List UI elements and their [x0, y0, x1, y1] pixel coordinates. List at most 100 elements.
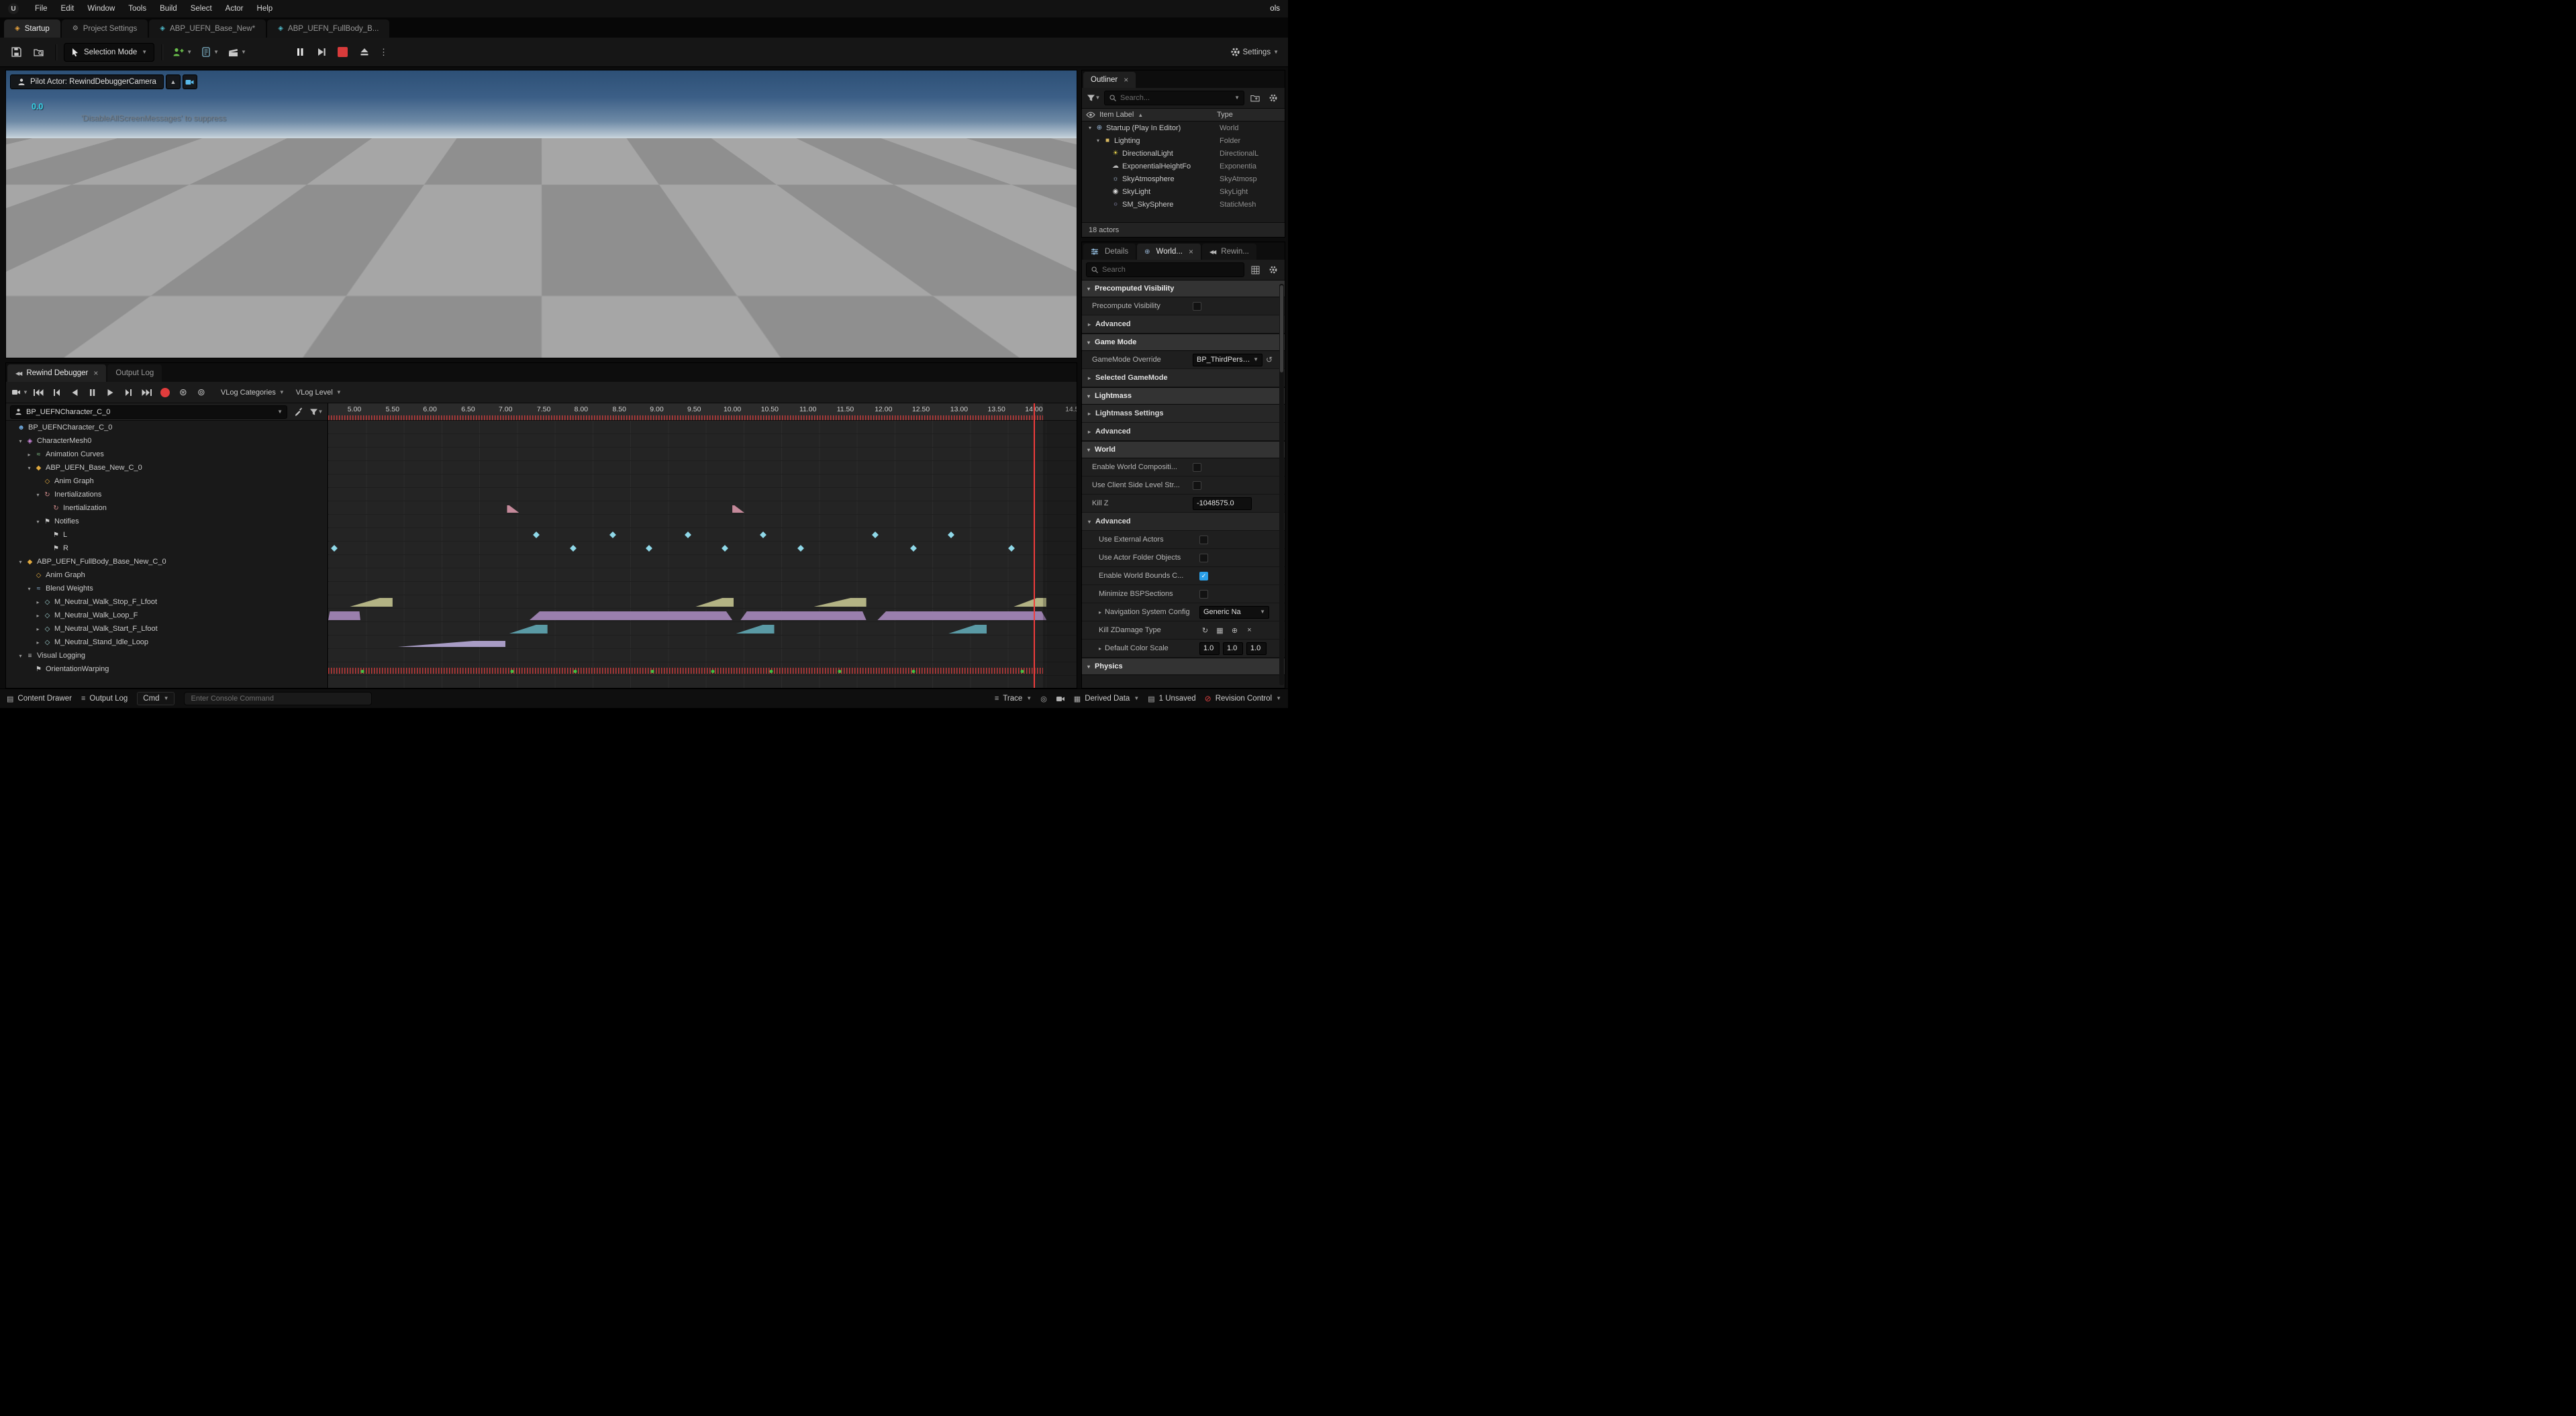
menu-item-select[interactable]: Select: [184, 5, 219, 13]
scrollbar-thumb[interactable]: [1280, 285, 1283, 372]
tree-row[interactable]: ⚑L: [6, 528, 328, 542]
section-header[interactable]: ▾Lightmass: [1082, 387, 1285, 405]
insights-icon[interactable]: ◎: [1040, 695, 1047, 703]
play-button[interactable]: [103, 385, 119, 401]
notify-event-marker[interactable]: [948, 532, 954, 538]
camera-mode-dropdown[interactable]: ▼: [11, 385, 28, 401]
property-group-row[interactable]: ▸Selected GameMode: [1082, 369, 1285, 387]
crosshair-circle-button[interactable]: ⊚: [193, 385, 209, 401]
vector-component-field[interactable]: 1.0: [1223, 642, 1243, 655]
cmd-dropdown[interactable]: Cmd ▼: [137, 692, 175, 705]
asset-tab[interactable]: ⚙Project Settings: [62, 19, 148, 38]
pause-button[interactable]: [291, 42, 309, 62]
unsaved-button[interactable]: ▤ 1 Unsaved: [1148, 695, 1195, 703]
checkbox[interactable]: [1199, 536, 1208, 544]
blend-weight-shape[interactable]: [398, 641, 506, 647]
notify-event-marker[interactable]: [760, 532, 766, 538]
inertialization-marker[interactable]: [507, 505, 519, 513]
level-viewport[interactable]: Pilot Actor: RewindDebuggerCamera ▲ 0.0 …: [5, 70, 1077, 358]
tab-rewind-debugger[interactable]: ◀◀ Rewind Debugger ×: [7, 364, 106, 382]
group-arrow-icon[interactable]: ▸: [1099, 646, 1101, 652]
outliner-row[interactable]: ☼SkyAtmosphereSkyAtmosp: [1082, 172, 1285, 185]
blend-weight-shape[interactable]: [1013, 598, 1046, 607]
outliner-settings-button[interactable]: [1266, 91, 1281, 105]
tree-row[interactable]: ⚑OrientationWarping: [6, 662, 328, 676]
property-group-row[interactable]: ▸Lightmass Settings: [1082, 405, 1285, 423]
notify-event-marker[interactable]: [1008, 545, 1015, 552]
step-back-button[interactable]: [48, 385, 64, 401]
combo-box[interactable]: BP_ThirdPersonGa▼: [1193, 354, 1262, 366]
notify-event-marker[interactable]: [570, 545, 577, 552]
debug-actor-dropdown[interactable]: BP_UEFNCharacter_C_0 ▼: [10, 405, 287, 419]
blend-weight-shape[interactable]: [530, 611, 732, 620]
close-icon[interactable]: ×: [1124, 75, 1128, 85]
vlog-categories-dropdown[interactable]: VLog Categories ▼: [221, 389, 285, 397]
tree-row[interactable]: ▸◇M_Neutral_Stand_Idle_Loop: [6, 636, 328, 649]
timeline-lane[interactable]: [328, 582, 1077, 595]
jump-to-end-button[interactable]: [139, 385, 155, 401]
selection-mode-dropdown[interactable]: Selection Mode ▼: [64, 43, 154, 62]
asset-tab[interactable]: ◈ABP_UEFN_Base_New*: [149, 19, 266, 38]
reset-to-default-icon[interactable]: ↺: [1266, 355, 1273, 364]
property-group-row[interactable]: ▸Advanced: [1082, 315, 1285, 334]
vector-component-field[interactable]: 1.0: [1246, 642, 1267, 655]
details-scrollbar[interactable]: [1279, 284, 1284, 685]
browse-content-button[interactable]: [30, 42, 48, 62]
blend-weight-shape[interactable]: [695, 598, 734, 607]
vlog-event-dot[interactable]: [770, 670, 773, 673]
expand-arrow-icon[interactable]: ▾: [34, 492, 42, 498]
timeline-lane[interactable]: [328, 515, 1077, 528]
trace-dropdown[interactable]: ≡ Trace ▼: [995, 695, 1032, 703]
notify-event-marker[interactable]: [533, 532, 540, 538]
create-folder-button[interactable]: [1248, 91, 1262, 105]
blend-weight-shape[interactable]: [877, 611, 1046, 620]
output-log-button[interactable]: ≡ Output Log: [81, 695, 128, 703]
timeline-lane[interactable]: [328, 662, 1077, 676]
menu-item-help[interactable]: Help: [250, 5, 280, 13]
console-command-box[interactable]: [184, 692, 372, 705]
expand-arrow-icon[interactable]: ▾: [34, 519, 42, 525]
pause-playback-button[interactable]: [85, 385, 101, 401]
tree-row[interactable]: ▾⚑Notifies: [6, 515, 328, 528]
property-group-row[interactable]: ▾Advanced: [1082, 513, 1285, 531]
blueprints-button[interactable]: ▼: [199, 42, 221, 62]
expand-arrow-icon[interactable]: ▾: [1094, 138, 1102, 144]
tree-row[interactable]: ☻BP_UEFNCharacter_C_0: [6, 421, 328, 434]
vlog-event-dot[interactable]: [911, 670, 915, 673]
settings-button[interactable]: Settings ▼: [1228, 42, 1281, 62]
checkbox[interactable]: [1193, 463, 1201, 472]
clear-asset-icon[interactable]: ×: [1244, 625, 1255, 636]
account-label[interactable]: ols: [1270, 5, 1280, 13]
tree-row[interactable]: ▾◈CharacterMesh0: [6, 434, 328, 448]
checkbox[interactable]: [1193, 302, 1201, 311]
tree-row[interactable]: ◇Anim Graph: [6, 474, 328, 488]
timeline-lane[interactable]: [328, 649, 1077, 662]
revision-control-dropdown[interactable]: ⊘ Revision Control ▼: [1205, 694, 1281, 703]
combo-box[interactable]: Generic Na▼: [1199, 606, 1269, 619]
checkbox[interactable]: ✓: [1199, 572, 1208, 580]
asset-tab[interactable]: ◈Startup: [4, 19, 60, 38]
vector-component-field[interactable]: 1.0: [1199, 642, 1220, 655]
tree-row[interactable]: ▸◇M_Neutral_Walk_Start_F_Lfoot: [6, 622, 328, 636]
record-button[interactable]: [157, 385, 173, 401]
tree-row[interactable]: ◇Anim Graph: [6, 568, 328, 582]
outliner-search-input[interactable]: [1120, 94, 1231, 102]
vlog-event-dot[interactable]: [838, 670, 841, 673]
blend-weight-shape[interactable]: [740, 611, 866, 620]
outliner-column-header[interactable]: Item Label ▲ Type: [1082, 108, 1285, 121]
property-group-row[interactable]: ▸Advanced: [1082, 423, 1285, 441]
section-header[interactable]: ▾Precomputed Visibility: [1082, 280, 1285, 297]
blend-weight-shape[interactable]: [814, 598, 866, 607]
details-search-input[interactable]: [1102, 266, 1240, 274]
tree-row[interactable]: ▸≈Animation Curves: [6, 448, 328, 461]
notify-event-marker[interactable]: [609, 532, 616, 538]
menu-item-file[interactable]: File: [28, 5, 54, 13]
number-field[interactable]: -1048575.0: [1193, 497, 1252, 510]
inertialization-marker[interactable]: [732, 505, 744, 513]
menu-item-edit[interactable]: Edit: [54, 5, 81, 13]
timeline-playhead[interactable]: [1034, 403, 1035, 688]
timeline-lane[interactable]: [328, 434, 1077, 448]
tab-outliner[interactable]: Outliner ×: [1083, 72, 1136, 88]
checkbox[interactable]: [1193, 481, 1201, 490]
add-actor-button[interactable]: ▼: [170, 42, 195, 62]
